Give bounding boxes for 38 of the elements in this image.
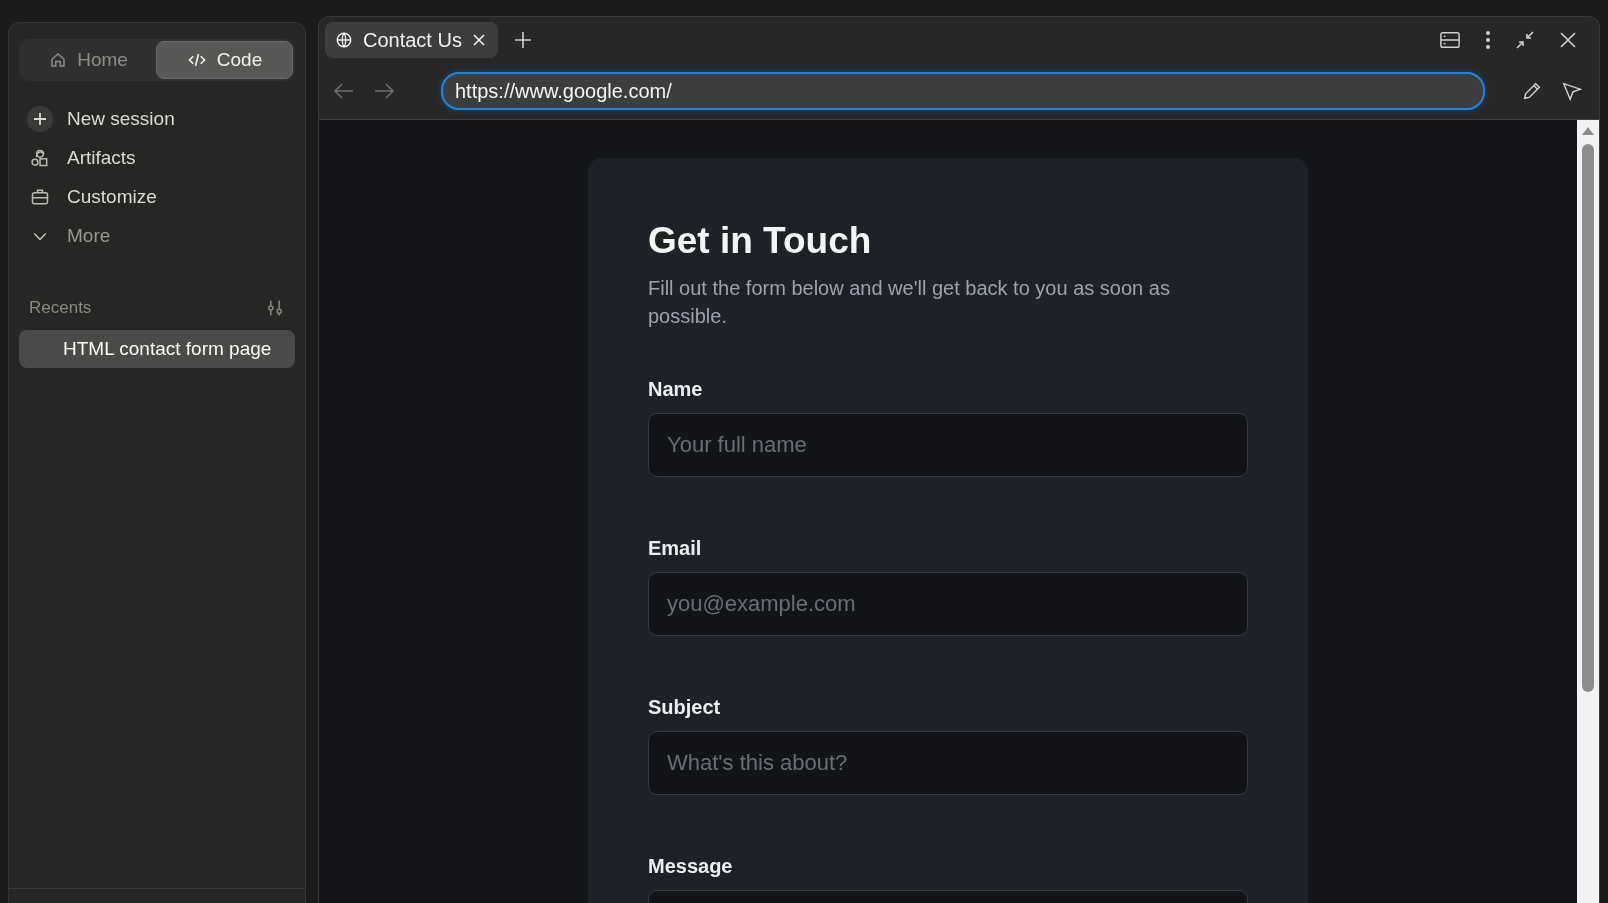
- mode-tab[interactable]: Code: [156, 41, 293, 79]
- input-field[interactable]: Your full name: [648, 413, 1248, 477]
- code-icon: [186, 51, 207, 69]
- forward-icon[interactable]: [373, 82, 395, 100]
- tab-title: Contact Us: [363, 28, 462, 52]
- scroll-up-icon[interactable]: [1581, 126, 1595, 136]
- page-subtitle: Fill out the form below and we'll get back to you as soon as possible.: [648, 276, 1171, 329]
- address-bar[interactable]: https://www.google.com/: [441, 72, 1485, 110]
- more-icon[interactable]: [1485, 30, 1491, 50]
- pointer-icon[interactable]: [1561, 80, 1583, 102]
- minimize-icon[interactable]: [1515, 30, 1535, 50]
- sidebar-item[interactable]: Artifacts: [19, 140, 295, 176]
- sidebar-item[interactable]: Customize: [19, 179, 295, 215]
- page-title: Get in Touch: [648, 220, 873, 262]
- field-label: Message: [648, 855, 734, 878]
- filter-icon[interactable]: [265, 298, 285, 318]
- panel-icon[interactable]: [1439, 30, 1461, 50]
- field-label: Name: [648, 378, 704, 401]
- close-icon[interactable]: [471, 33, 486, 47]
- input-field[interactable]: What's this about?: [648, 731, 1248, 795]
- sidebar-item[interactable]: New session: [19, 101, 295, 137]
- plus-icon: [27, 106, 53, 132]
- back-icon[interactable]: [333, 82, 355, 100]
- globe-icon: [335, 31, 353, 49]
- recent-item[interactable]: HTML contact form page: [19, 330, 295, 368]
- plus-icon[interactable]: [513, 31, 532, 49]
- home-icon: [49, 51, 68, 69]
- scrollbar[interactable]: [1577, 120, 1599, 903]
- close-icon[interactable]: [1559, 31, 1577, 49]
- section-heading: Recents: [29, 298, 92, 318]
- scroll-thumb[interactable]: [1582, 144, 1594, 692]
- field-label: Email: [648, 537, 703, 560]
- browser-tab[interactable]: Contact Us: [325, 22, 498, 58]
- mode-tab[interactable]: Home: [21, 41, 156, 79]
- pencil-icon[interactable]: [1521, 80, 1543, 102]
- field-label: Subject: [648, 696, 722, 719]
- input-field[interactable]: you@example.com: [648, 572, 1248, 636]
- sidebar-item[interactable]: More: [19, 218, 295, 254]
